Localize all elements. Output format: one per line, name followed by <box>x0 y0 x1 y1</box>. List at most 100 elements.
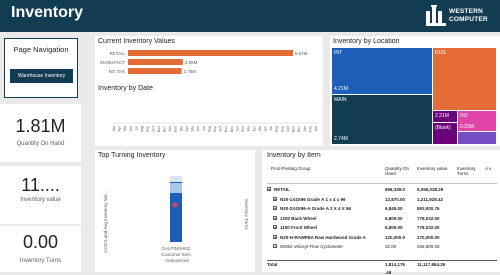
table-row[interactable]: +1200 Back Wheel 6,800.00 778,032.00 <box>267 215 497 224</box>
column-header[interactable]: Inventory value <box>417 166 448 171</box>
date-tick-label: Nov <box>157 126 161 132</box>
date-tick-label: Nov <box>224 126 228 132</box>
column-header[interactable]: Prod Posting Group <box>271 166 311 171</box>
item-name: N20-1X4X96 Grade A 1 x 4 x 96 <box>280 196 346 202</box>
expand-icon[interactable]: + <box>273 206 277 211</box>
top-turning-chart: COGS and Avg Inventory Val... Inventory … <box>103 176 249 263</box>
date-tick-label: Apr <box>252 125 256 131</box>
tile-name: (Blank) <box>435 125 451 131</box>
date-tick-label: Apr <box>118 125 122 131</box>
data-label: 2.78M <box>184 69 197 74</box>
warehouse-inventory-button[interactable]: Warehouse Inventory <box>10 69 73 83</box>
tile-rus[interactable]: RUS <box>433 48 496 110</box>
table-row[interactable]: + N20-1X4X96 Grade A 1 x 4 x 96 12,870.00 1… <box>267 196 497 205</box>
quantity-on-hand: 6,800.00 <box>385 225 403 230</box>
date-tick-label: Jan <box>303 126 307 132</box>
date-tick-label: Oct <box>219 126 223 131</box>
kpi-inventory-turns: 0.00 Inventory Turns <box>0 226 81 272</box>
kpi-label: Inventory Turns <box>19 258 62 264</box>
date-tick-label: Jul <box>202 126 206 131</box>
inventory-value: 778,032.00 <box>417 215 440 221</box>
table-row[interactable]: + N20-H-RAWP8A Raw Hardwood Grade A 120,00… <box>267 234 497 243</box>
table-row[interactable]: + N20-2X4X96-A Grade A 2 X 4 X 96 6,845.00… <box>267 205 497 214</box>
kpi-label: Quantity On Hand <box>16 141 65 147</box>
kpi-value: 1.81M <box>15 116 66 136</box>
item-name: RETAIL <box>274 187 290 192</box>
logo-line-1: WESTERN <box>449 8 483 15</box>
tile-name: RUS <box>435 50 446 56</box>
date-tick-label: Aug <box>207 126 211 132</box>
tile-value: 2.74M <box>334 136 348 142</box>
category-label-1: GALPINSHED <box>161 246 191 251</box>
inventory-by-date-chart: Ma Apr Ma Jun Jul Aug Sep Oct Nov Dec Jan Feb Ma Apr M… <box>112 122 318 132</box>
tile-blank[interactable]: (Blank) <box>433 123 457 144</box>
top-turning-panel: Top Turning Inventory COGS and Avg Inven… <box>95 150 255 272</box>
item-name: N20-2X4X96-A Grade A 2 X 4 X 96 <box>280 206 352 211</box>
page-title: Inventory <box>11 4 84 21</box>
table-total-row[interactable]: Total 1,814,176 11,117,864.26 <box>267 260 497 269</box>
y2-axis-label: Inventory Turns <box>244 198 249 230</box>
expand-icon[interactable]: + <box>273 234 277 239</box>
data-label: 8.57M <box>295 51 308 56</box>
tile-value: 0.20M <box>460 124 474 130</box>
inventory-by-date-title: Inventory by Date <box>98 85 153 92</box>
bar[interactable] <box>128 59 183 65</box>
inventory-by-item-panel: Inventory by Item Prod Posting Group Qua… <box>262 150 500 275</box>
expand-icon[interactable]: + <box>273 215 277 220</box>
quantity-on-hand: 32.00 <box>385 244 397 249</box>
current-inventory-chart: RETAIL MANUFACT NO TAX 8.57M 2.85M 2.78M <box>100 50 308 74</box>
date-tick-label: Aug <box>275 126 279 132</box>
tile-purple[interactable]: 2.21M <box>433 111 457 122</box>
quantity-on-hand: 120,000.0 <box>385 234 406 240</box>
expand-icon[interactable]: + <box>273 196 277 201</box>
expand-icon[interactable]: + <box>273 244 277 249</box>
date-tick-label: Oct <box>286 126 290 131</box>
item-name: 00082 Velocyt Flow Cyclometer <box>280 244 344 249</box>
date-tick-label: Jun <box>196 126 200 132</box>
inventory-turns-marker[interactable] <box>172 202 178 208</box>
kpi-value: 11.... <box>21 175 60 195</box>
table-row[interactable]: +1100 Front Wheel 6,800.00 778,032.00 <box>267 224 497 233</box>
tile-name: MAIN <box>334 97 347 103</box>
date-tick-label: Aug <box>140 126 144 132</box>
avg-inventory-segment <box>170 183 182 193</box>
date-tick-label: Feb <box>241 126 245 132</box>
expand-icon[interactable]: + <box>267 187 271 192</box>
expand-icon[interactable]: + <box>273 225 277 230</box>
bar[interactable] <box>128 50 293 56</box>
app-header: Inventory WESTERN COMPUTER <box>0 0 500 32</box>
inventory-table: Prod Posting Group Quantity On Hand Inve… <box>267 164 497 275</box>
bar[interactable] <box>128 68 182 74</box>
tile-main[interactable]: MAIN 2.74M <box>332 95 432 144</box>
date-tick-label: Ma <box>112 126 116 131</box>
column-header[interactable]: A v <box>485 166 491 171</box>
top-turning-title: Top Turning Inventory <box>98 152 166 159</box>
tile-name: NO <box>460 113 468 119</box>
column-header[interactable]: Inventory Turns <box>457 166 479 176</box>
data-label: 2.85M <box>185 60 198 65</box>
item-name: N20-H-RAWP8A Raw Hardwood Grade A <box>280 234 366 240</box>
inventory-value: 1,211,928.42 <box>417 196 444 202</box>
tile-value: 2.21M <box>435 113 449 119</box>
tile-int[interactable]: INT 4.21M <box>332 48 432 94</box>
table-row[interactable]: + RETAIL 698,339.0 6,066,038.29 <box>267 186 497 195</box>
quantity-on-hand: 6,845.00 <box>385 206 403 211</box>
item-name: Total <box>267 262 278 267</box>
location-treemap: INT 4.21M MAIN 2.74M RUS 2.21M (Blank) N… <box>332 48 496 144</box>
column-header[interactable]: Quantity On Hand <box>385 166 411 176</box>
date-tick-label: Sep <box>146 126 150 132</box>
avg-inventory-segment <box>170 176 182 182</box>
table-row[interactable]: +00082 Velocyt Flow Cyclometer 32.00 268,8… <box>267 243 497 252</box>
date-tick-label: Ma <box>123 126 127 131</box>
total-quantity-continued: .49 <box>385 270 392 275</box>
inventory-value: 6,066,038.29 <box>417 187 444 192</box>
tile-value: 4.21M <box>334 86 348 92</box>
logo-line-2: COMPUTER <box>449 16 488 23</box>
inventory-by-location-title: Inventory by Location <box>333 38 400 45</box>
date-tick-label: Ma <box>247 126 251 131</box>
table-header: Prod Posting Group Quantity On Hand Inve… <box>267 164 497 184</box>
date-tick-label: Ma <box>191 126 195 131</box>
date-tick-label: Dec <box>163 126 167 132</box>
tile-no[interactable]: NO 0.20M <box>458 111 496 131</box>
tile-small[interactable] <box>458 132 496 144</box>
